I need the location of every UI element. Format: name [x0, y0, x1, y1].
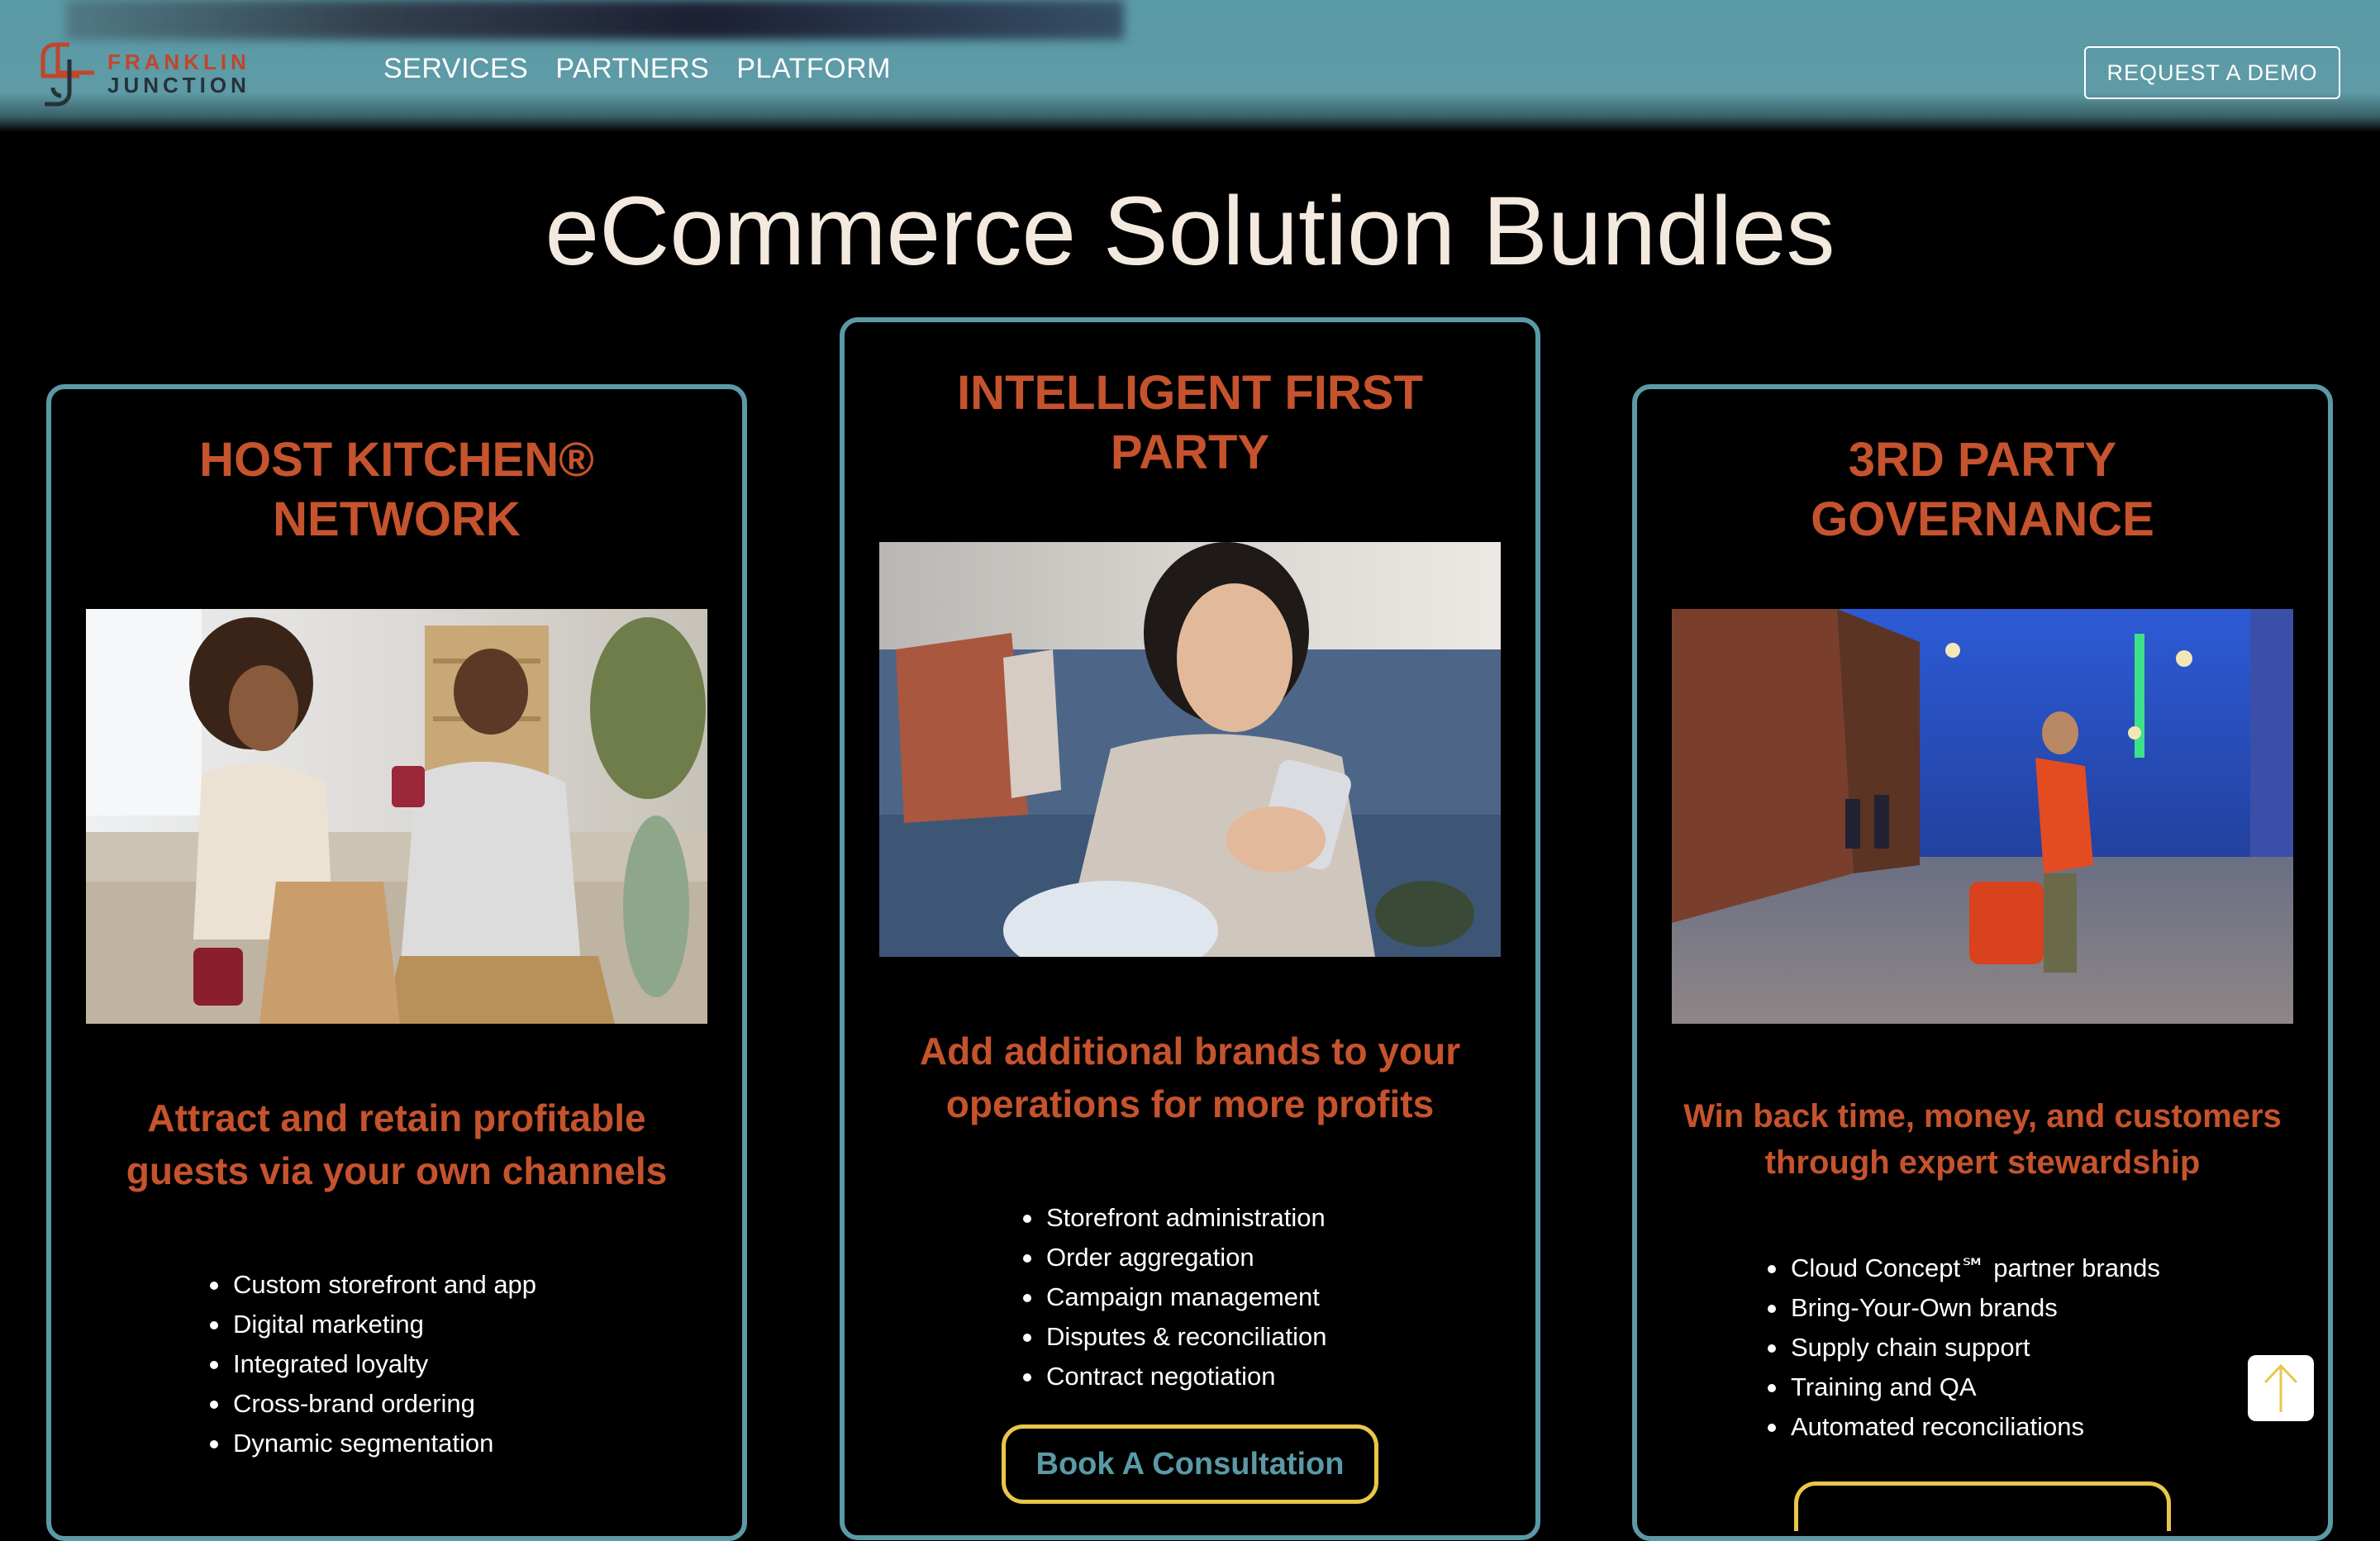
- card-subtitle-line-1: Add additional brands to your: [919, 1030, 1461, 1073]
- brand-logo[interactable]: FRANKLIN JUNCTION: [36, 40, 284, 107]
- card-heading-line-2: NETWORK: [273, 492, 521, 546]
- woman-using-phone-photo: [879, 542, 1501, 957]
- nav-item-services[interactable]: SERVICES: [383, 53, 528, 85]
- main-nav: SERVICES PARTNERS PLATFORM: [383, 53, 891, 85]
- card-heading: INTELLIGENT FIRST PARTY: [845, 364, 1535, 483]
- nav-item-platform[interactable]: PLATFORM: [736, 53, 891, 85]
- card-heading: HOST KITCHEN® NETWORK: [51, 430, 742, 549]
- feature-list: Storefront administration Order aggregat…: [1021, 1198, 1326, 1396]
- list-item: Digital marketing: [208, 1305, 536, 1344]
- card-heading-line-1: INTELLIGENT FIRST: [957, 366, 1423, 420]
- logo-mark-icon: [40, 42, 94, 107]
- list-item: Custom storefront and app: [208, 1265, 536, 1305]
- list-item: Contract negotiation: [1021, 1357, 1326, 1396]
- card-heading-line-1: HOST KITCHEN®: [199, 433, 594, 487]
- list-item: Campaign management: [1021, 1277, 1326, 1317]
- list-item: Cross-brand ordering: [208, 1384, 536, 1424]
- card-subtitle: Win back time, money, and customers thro…: [1670, 1093, 2295, 1186]
- card-cta-button-partial[interactable]: [1794, 1482, 2171, 1531]
- card-subtitle: Add additional brands to your operations…: [878, 1025, 1502, 1130]
- list-item: Disputes & reconciliation: [1021, 1317, 1326, 1357]
- page-title: eCommerce Solution Bundles: [545, 177, 1835, 286]
- list-item: Storefront administration: [1021, 1198, 1326, 1238]
- card-heading-line-2: PARTY: [1110, 426, 1270, 479]
- card-subtitle-line-2: through expert stewardship: [1764, 1144, 2201, 1181]
- request-demo-button[interactable]: REQUEST A DEMO: [2084, 46, 2340, 99]
- list-item: Dynamic segmentation: [208, 1424, 536, 1463]
- list-item: Cloud Concept℠ partner brands: [1766, 1248, 2160, 1288]
- list-item: Supply chain support: [1766, 1328, 2160, 1367]
- card-heading: 3RD PARTY GOVERNANCE: [1637, 430, 2328, 549]
- header-background-image: [66, 0, 1124, 40]
- scroll-to-top-button[interactable]: [2248, 1355, 2314, 1421]
- list-item: Bring-Your-Own brands: [1766, 1288, 2160, 1328]
- card-subtitle-line-1: Win back time, money, and customers: [1683, 1098, 2282, 1134]
- feature-list: Custom storefront and app Digital market…: [208, 1265, 536, 1463]
- card-heading-line-2: GOVERNANCE: [1811, 492, 2154, 546]
- feature-list: Cloud Concept℠ partner brands Bring-Your…: [1766, 1248, 2160, 1447]
- card-subtitle: Attract and retain profitable guests via…: [84, 1092, 709, 1197]
- couple-sharing-takeout-photo: [86, 609, 707, 1024]
- logo-wordmark: FRANKLIN JUNCTION: [107, 50, 250, 97]
- logo-line-2: JUNCTION: [107, 73, 250, 98]
- site-header: FRANKLIN JUNCTION SERVICES PARTNERS PLAT…: [0, 0, 2380, 132]
- nav-item-partners[interactable]: PARTNERS: [555, 53, 709, 85]
- list-item: Automated reconciliations: [1766, 1407, 2160, 1447]
- bundle-card-host-kitchen: HOST KITCHEN® NETWORK Attract and retain…: [46, 384, 747, 1541]
- list-item: Integrated loyalty: [208, 1344, 536, 1384]
- book-consultation-button[interactable]: Book A Consultation: [1002, 1424, 1378, 1504]
- card-heading-line-1: 3RD PARTY: [1848, 433, 2117, 487]
- delivery-courier-street-photo: [1672, 609, 2293, 1024]
- list-item: Order aggregation: [1021, 1238, 1326, 1277]
- card-subtitle-line-2: guests via your own channels: [126, 1149, 668, 1192]
- bundle-card-3rd-party-governance: 3RD PARTY GOVERNANCE Win back time, mone…: [1632, 384, 2333, 1541]
- bundle-card-intelligent-first-party: INTELLIGENT FIRST PARTY Add additional b…: [840, 317, 1540, 1540]
- card-subtitle-line-2: operations for more profits: [945, 1082, 1435, 1125]
- list-item: Training and QA: [1766, 1367, 2160, 1407]
- arrow-up-icon: [2263, 1363, 2298, 1412]
- logo-line-1: FRANKLIN: [107, 50, 250, 74]
- card-subtitle-line-1: Attract and retain profitable: [147, 1096, 646, 1139]
